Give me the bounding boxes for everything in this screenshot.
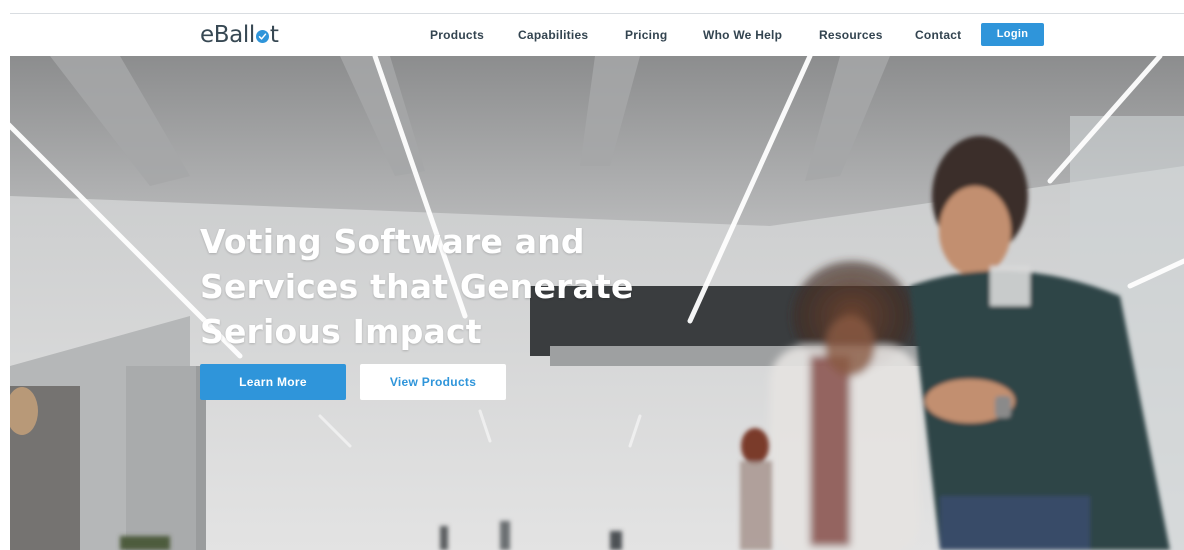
hero-headline-line-2: Services that Generate <box>200 267 634 306</box>
nav-link-products[interactable]: Products <box>430 27 484 43</box>
view-products-button[interactable]: View Products <box>360 364 506 400</box>
login-button[interactable]: Login <box>981 23 1044 46</box>
site-header: eBall t Products Capabilities Pricing Who… <box>0 14 1184 56</box>
nav-link-who-we-help[interactable]: Who We Help <box>703 27 782 43</box>
nav-link-pricing[interactable]: Pricing <box>625 27 667 43</box>
main-navigation: Products Capabilities Pricing Who We Hel… <box>0 14 1184 56</box>
learn-more-button[interactable]: Learn More <box>200 364 346 400</box>
nav-link-capabilities[interactable]: Capabilities <box>518 27 588 43</box>
nav-link-contact[interactable]: Contact <box>915 27 961 43</box>
hero-headline-line-1: Voting Software and <box>200 222 585 261</box>
hero-headline-line-3: Serious Impact <box>200 312 482 351</box>
hero-headline: Voting Software and Services that Genera… <box>200 219 640 354</box>
nav-link-resources[interactable]: Resources <box>819 27 883 43</box>
hero-section: Voting Software and Services that Genera… <box>10 56 1184 550</box>
